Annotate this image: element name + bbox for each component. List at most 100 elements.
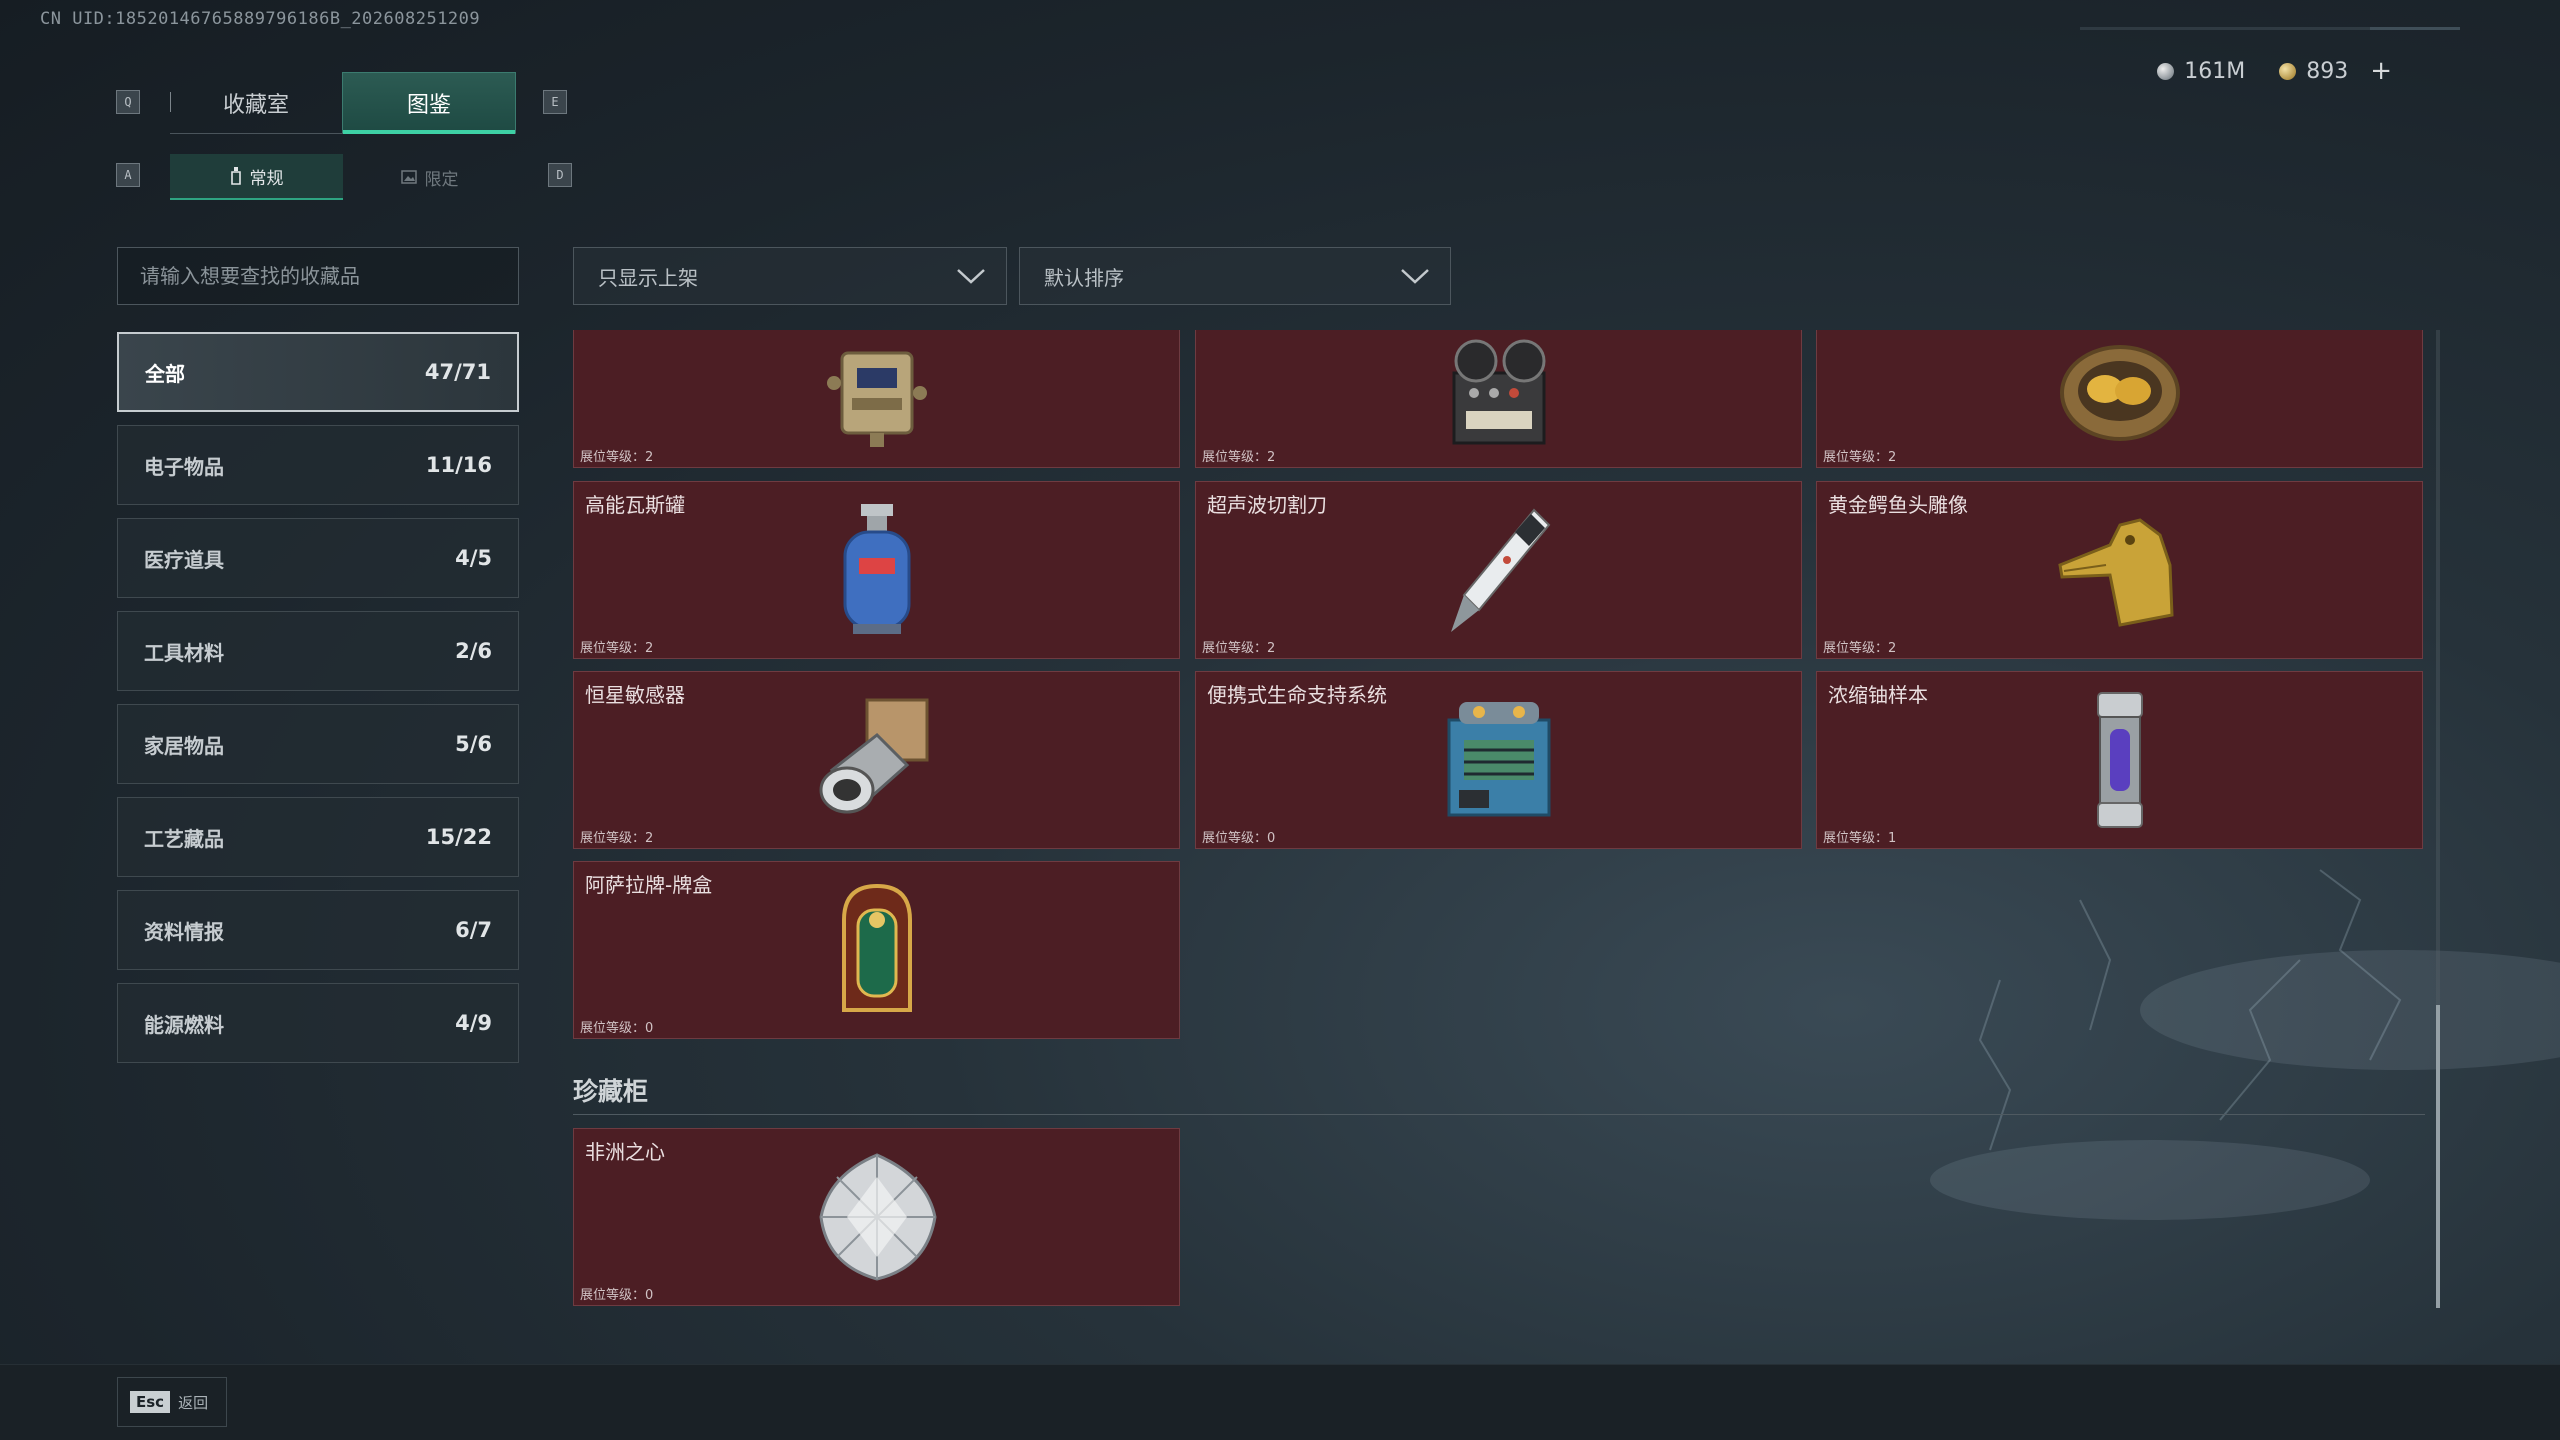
category-energy[interactable]: 能源燃料 4/9	[117, 983, 519, 1063]
item-level: 展位等级：2	[580, 641, 654, 656]
currency-bar: 161M 893 +	[2157, 56, 2392, 86]
top-decoration-line	[2080, 27, 2460, 30]
collection-card[interactable]: 超声波切割刀 展位等级：2	[1195, 481, 1802, 659]
item-name: 恒星敏感器	[585, 683, 685, 707]
treasure-card[interactable]: 非洲之心 展位等级：0	[573, 1128, 1180, 1306]
silver-amount: 161M	[2184, 58, 2246, 84]
item-name: 黄金鳄鱼头雕像	[1828, 493, 1968, 517]
collection-card[interactable]: 展位等级：2	[1816, 330, 2423, 468]
item-level: 展位等级：2	[1202, 450, 1276, 465]
scrollbar-thumb[interactable]	[2436, 1005, 2440, 1308]
scrollbar[interactable]	[2436, 330, 2440, 1308]
key-hint-e[interactable]: E	[543, 90, 567, 114]
category-label: 工具材料	[144, 640, 224, 665]
sort-value: 默认排序	[1044, 265, 1124, 290]
gold-amount: 893	[2306, 58, 2349, 84]
collection-card[interactable]: 阿萨拉牌-牌盒 展位等级：0	[573, 861, 1180, 1039]
item-level: 展位等级：2	[580, 831, 654, 846]
category-count: 5/6	[455, 732, 492, 756]
category-count: 2/6	[455, 639, 492, 663]
key-hint-a[interactable]: A	[116, 163, 140, 187]
item-level: 展位等级：2	[1823, 641, 1897, 656]
collection-card[interactable]: 展位等级：2	[573, 330, 1180, 468]
category-count: 6/7	[455, 918, 492, 942]
shelf-filter-value: 只显示上架	[598, 265, 698, 290]
sub-tabs: 常规 限定	[170, 154, 516, 200]
chevron-down-icon	[1401, 269, 1429, 284]
back-label: 返回	[178, 1393, 209, 1412]
item-name: 高能瓦斯罐	[585, 493, 685, 517]
bottom-bar	[0, 1364, 2560, 1440]
star-sensor-icon	[819, 698, 928, 814]
key-hint-q[interactable]: Q	[116, 90, 140, 114]
tape-recorder-icon	[1452, 339, 1545, 445]
collection-card[interactable]: 便携式生命支持系统 展位等级：0	[1195, 671, 1802, 849]
item-name: 浓缩铀样本	[1828, 683, 1928, 707]
category-label: 资料情报	[144, 919, 224, 944]
collection-card[interactable]: 恒星敏感器 展位等级：2	[573, 671, 1180, 849]
life-support-icon	[1447, 702, 1550, 817]
category-crafts[interactable]: 工艺藏品 15/22	[117, 797, 519, 877]
section-divider	[573, 1114, 2425, 1115]
image-frame-icon	[400, 170, 417, 184]
item-level: 展位等级：2	[580, 450, 654, 465]
esc-key: Esc	[130, 1391, 171, 1413]
category-intel[interactable]: 资料情报 6/7	[117, 890, 519, 970]
item-level: 展位等级：0	[580, 1021, 654, 1036]
collection-card[interactable]: 黄金鳄鱼头雕像 展位等级：2	[1816, 481, 2423, 659]
category-label: 电子物品	[144, 454, 224, 479]
sort-dropdown[interactable]: 默认排序	[1019, 247, 1451, 305]
item-name: 非洲之心	[585, 1140, 665, 1164]
category-count: 11/16	[425, 453, 492, 477]
user-uid: CN UID:18520146765889796186B_20260825120…	[40, 9, 481, 29]
item-level: 展位等级：2	[1202, 641, 1276, 656]
gold-crocodile-icon	[2057, 518, 2174, 627]
category-label: 医疗道具	[144, 547, 224, 572]
item-level: 展位等级：0	[1202, 831, 1276, 846]
category-label: 能源燃料	[144, 1012, 224, 1037]
bottle-icon	[230, 167, 241, 185]
gold-currency[interactable]: 893	[2279, 59, 2348, 84]
item-level: 展位等级：1	[1823, 831, 1897, 846]
item-name: 超声波切割刀	[1207, 493, 1327, 517]
collection-card[interactable]: 高能瓦斯罐 展位等级：2	[573, 481, 1180, 659]
category-label: 工艺藏品	[144, 826, 224, 851]
chevron-down-icon	[957, 269, 985, 284]
ultrasonic-cutter-icon	[1450, 508, 1550, 632]
category-household[interactable]: 家居物品 5/6	[117, 704, 519, 784]
search-input[interactable]: 请输入想要查找的收藏品	[117, 247, 519, 305]
category-list: 全部 47/71 电子物品 11/16 医疗道具 4/5 工具材料 2/6 家居物品 5/…	[117, 332, 519, 1076]
key-hint-d[interactable]: D	[548, 163, 572, 187]
collection-card[interactable]: 展位等级：2	[1195, 330, 1802, 468]
tab-encyclopedia[interactable]: 图鉴	[342, 72, 516, 134]
collection-card[interactable]: 浓缩铀样本 展位等级：1	[1816, 671, 2423, 849]
main-tabs: 收藏室 图鉴	[170, 72, 516, 134]
category-count: 4/5	[455, 546, 492, 570]
tab-collection-room[interactable]: 收藏室	[170, 72, 342, 133]
category-count: 47/71	[424, 360, 491, 384]
gold-coin-icon	[2279, 62, 2297, 80]
uranium-sample-icon	[2096, 692, 2143, 828]
subtab-limited-label: 限定	[424, 169, 459, 190]
diamond-icon	[818, 1153, 937, 1281]
subtab-limited[interactable]: 限定	[343, 154, 516, 200]
category-all[interactable]: 全部 47/71	[117, 332, 519, 412]
silver-currency: 161M	[2157, 59, 2245, 84]
golden-egg-nest-icon	[2059, 345, 2180, 442]
treasure-cabinet-title: 珍藏柜	[573, 1077, 649, 1106]
category-medical[interactable]: 医疗道具 4/5	[117, 518, 519, 598]
category-count: 4/9	[455, 1011, 492, 1035]
tab-divider	[170, 92, 171, 112]
shelf-filter-dropdown[interactable]: 只显示上架	[573, 247, 1007, 305]
gas-canister-icon	[843, 504, 910, 634]
subtab-regular[interactable]: 常规	[170, 154, 343, 200]
subtab-regular-label: 常规	[249, 168, 284, 189]
category-electronics[interactable]: 电子物品 11/16	[117, 425, 519, 505]
silver-coin-icon	[2157, 62, 2175, 80]
add-currency-button[interactable]: +	[2370, 56, 2392, 86]
category-tools[interactable]: 工具材料 2/6	[117, 611, 519, 691]
item-name: 阿萨拉牌-牌盒	[585, 873, 713, 897]
electronic-device-icon	[826, 351, 927, 448]
back-button[interactable]: Esc 返回	[117, 1377, 227, 1427]
item-name: 便携式生命支持系统	[1207, 683, 1387, 707]
